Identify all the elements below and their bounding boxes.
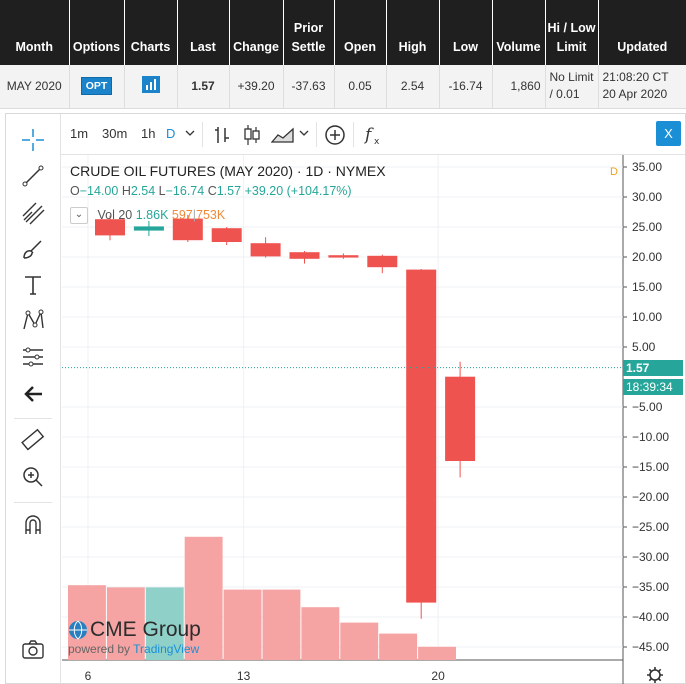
low-label: L [158,184,166,198]
y-tick-label: −10.00 [632,430,669,444]
y-tick-label: −30.00 [632,550,669,564]
candle-body [406,269,437,603]
price-chart[interactable]: 35.00 30.00 25.00 20.00 15.00 10.00 5.00 −5.00 −… [0,0,686,684]
y-tick-label: 35.00 [632,160,662,174]
candle-body [445,376,476,461]
high-label: H [121,184,131,198]
chart-title: CRUDE OIL FUTURES (MAY 2020) · 1D · NYME… [70,163,386,179]
candle-body [250,243,281,257]
globe-logo-icon [69,620,87,640]
x-tick-label: 13 [237,669,251,683]
close-value: 1.57 [216,184,242,198]
volume-label: Vol 20 [97,207,133,222]
y-tick-label: −20.00 [632,490,669,504]
y-tick-label: −45.00 [632,640,669,654]
high-value: 2.54 [130,184,156,198]
tradingview-link[interactable]: TradingView [133,642,199,656]
y-tick-label: 25.00 [632,220,662,234]
candle-body [367,255,398,268]
y-tick-label: 5.00 [632,340,656,354]
candle-body [133,226,164,231]
last-price-tag: 1.57 [623,360,683,376]
open-label: O [70,184,80,198]
cme-brand: CME Group [90,618,201,641]
change-value: +39.20 (+104.17%) [244,184,352,198]
candle-body [211,228,242,242]
dividend-marker: D [610,166,618,178]
volume-bar [262,589,301,660]
y-tick-label: −25.00 [632,520,669,534]
gear-icon[interactable] [646,666,664,684]
volume-bar [223,589,262,660]
y-tick-label: 20.00 [632,250,662,264]
y-tick-label: −5.00 [632,400,663,414]
powered-by: powered by TradingView [68,642,199,656]
collapse-legend-chevron-icon[interactable]: ⌄ [70,207,88,224]
countdown-tag: 18:39:34 [623,379,683,395]
candle-body [289,252,320,259]
volume-bar [340,622,379,660]
ohlc-legend: O−14.00 H2.54 L−16.74 C1.57 +39.20 (+104… [70,184,352,198]
y-tick-label: 10.00 [632,310,662,324]
y-tick-label: 30.00 [632,190,662,204]
x-tick-label: 6 [85,669,92,683]
y-tick-label: −40.00 [632,610,669,624]
volume-bar [418,646,456,660]
volume-value-1: 1.86K [135,207,169,222]
y-tick-label: −35.00 [632,580,669,594]
low-value: −16.74 [165,184,205,198]
candle-body [328,255,359,258]
volume-value-3: 753K [196,207,226,222]
volume-value-2: 597 [171,207,193,222]
volume-bar [379,633,418,660]
y-tick-label: 15.00 [632,280,662,294]
y-tick-label: −15.00 [632,460,669,474]
x-tick-label: 20 [431,669,445,683]
powered-by-label: powered by [68,642,131,656]
volume-bar [301,607,340,660]
open-value: −14.00 [79,184,119,198]
volume-legend: ⌄ Vol 20 1.86K 597|753K [70,207,225,224]
close-label: C [207,184,217,198]
